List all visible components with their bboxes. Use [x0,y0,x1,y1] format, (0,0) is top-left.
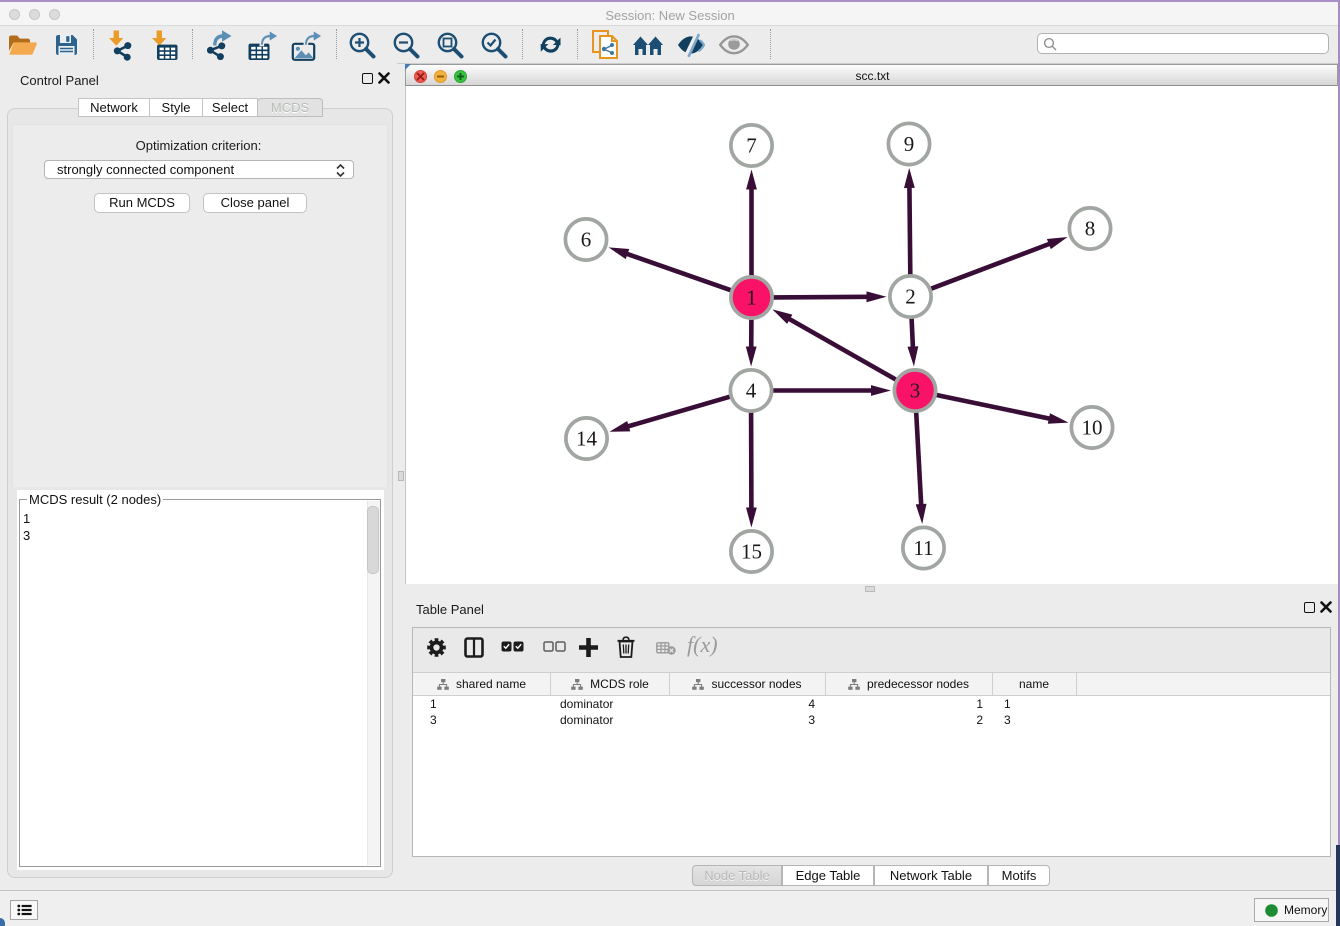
svg-text:8: 8 [1085,217,1096,241]
svg-text:10: 10 [1082,416,1103,440]
svg-text:3: 3 [910,379,921,403]
svg-text:14: 14 [576,427,598,451]
svg-text:1: 1 [746,286,757,310]
svg-text:11: 11 [913,536,933,560]
svg-text:2: 2 [905,285,916,309]
svg-text:7: 7 [746,134,757,158]
svg-text:15: 15 [741,540,762,564]
svg-text:4: 4 [746,379,757,403]
svg-text:6: 6 [581,228,592,252]
svg-text:9: 9 [904,132,915,156]
